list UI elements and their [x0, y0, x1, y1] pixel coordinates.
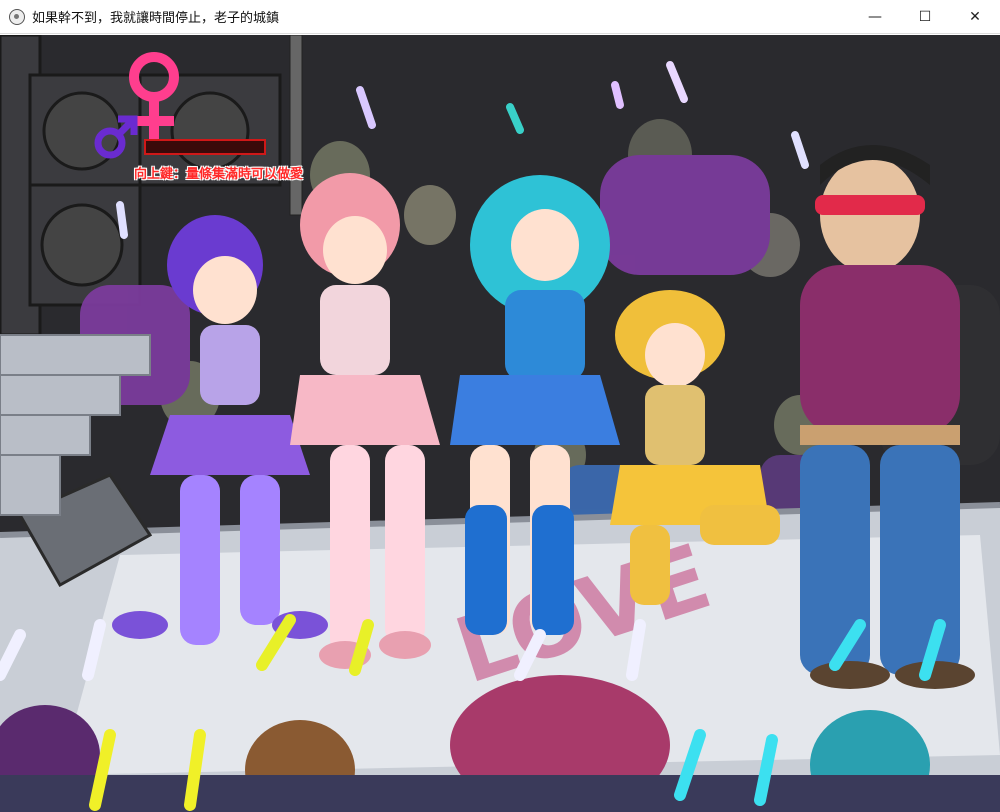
window-controls: — ☐ ✕: [850, 0, 1000, 34]
window-title: 如果幹不到，我就讓時間停止，老子的城鎮: [32, 11, 280, 26]
game-scene[interactable]: LOVE: [0, 35, 1000, 812]
close-icon: ✕: [969, 9, 981, 25]
close-button[interactable]: ✕: [950, 0, 1000, 34]
title-bar[interactable]: 如果幹不到，我就讓時間停止，老子的城鎮 — ☐ ✕: [0, 0, 1000, 34]
maximize-icon: ☐: [918, 9, 932, 25]
game-window: 如果幹不到，我就讓時間停止，老子的城鎮 — ☐ ✕ LOVE 向上鍵：量條集滿時…: [0, 0, 1000, 812]
app-icon: [9, 8, 25, 25]
minimize-button[interactable]: —: [850, 0, 900, 34]
maximize-button[interactable]: ☐: [900, 0, 950, 34]
truss: [289, 35, 303, 216]
minimize-icon: —: [868, 9, 882, 25]
